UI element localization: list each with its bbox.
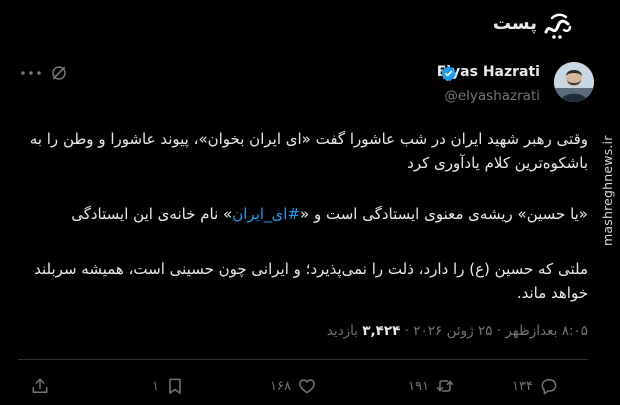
post-date[interactable]: ۲۵ ژوئن ۲۰۲۶ [413, 323, 492, 339]
divider [18, 359, 588, 360]
reply-count: ۱۳۴ [512, 378, 533, 394]
post-text-segment: » نام خانه‌ی این ایستادگی [71, 205, 233, 223]
views-count: ۳,۴۲۴ [362, 323, 401, 339]
share-button[interactable] [30, 376, 50, 396]
post-meta: ۸:۰۵ بعدازظهر · ۲۵ ژوئن ۲۰۲۶ · ۳,۴۲۴ باز… [327, 323, 588, 339]
avatar[interactable] [554, 62, 594, 102]
like-button[interactable]: ۱۶۸ [270, 376, 317, 396]
like-icon [299, 379, 315, 394]
header: پست [0, 0, 620, 52]
post-text-segment: «یا حسین» ریشه‌ی معنوی ایستادگی است و « [300, 205, 588, 223]
repost-count: ۱۹۱ [408, 378, 429, 394]
more-icon[interactable] [20, 66, 42, 80]
post-time[interactable]: ۸:۰۵ بعدازظهر [505, 323, 588, 339]
verified-icon [441, 66, 456, 82]
logo-icon [544, 13, 572, 39]
site-watermark: mashreghnews.ir [600, 135, 615, 246]
meta-separator: · [496, 323, 502, 339]
reply-icon [541, 379, 557, 395]
page-title: پست [492, 13, 537, 34]
bookmark-count: ۱ [152, 378, 159, 394]
share-icon [32, 378, 48, 393]
repost-button[interactable]: ۱۹۱ [408, 376, 455, 396]
reply-button[interactable]: ۱۳۴ [512, 376, 559, 396]
grok-icon[interactable] [50, 64, 68, 82]
author-handle[interactable]: @elyashazrati [444, 88, 540, 104]
post-paragraph-1: وقتی رهبر شهید ایران در شب عاشورا گفت «ا… [29, 130, 588, 172]
meta-separator: · [404, 323, 409, 339]
repost-icon [436, 380, 454, 392]
views-label: بازدید [326, 323, 358, 339]
bookmark-button[interactable]: ۱ [152, 376, 185, 396]
post-page: پست mashreghnews.ir Elyas Hazrati @elyas… [0, 0, 620, 405]
post-paragraph-3: ملتی که حسین (ع) را دارد، ذلت را نمی‌پذی… [34, 260, 588, 302]
avatar-image [554, 62, 594, 102]
like-count: ۱۶۸ [270, 378, 291, 394]
bookmark-icon [169, 378, 181, 394]
post-paragraph-2: «یا حسین» ریشه‌ی معنوی ایستادگی است و «#… [28, 202, 588, 226]
hashtag-link[interactable]: #ای_ایران [232, 205, 300, 223]
